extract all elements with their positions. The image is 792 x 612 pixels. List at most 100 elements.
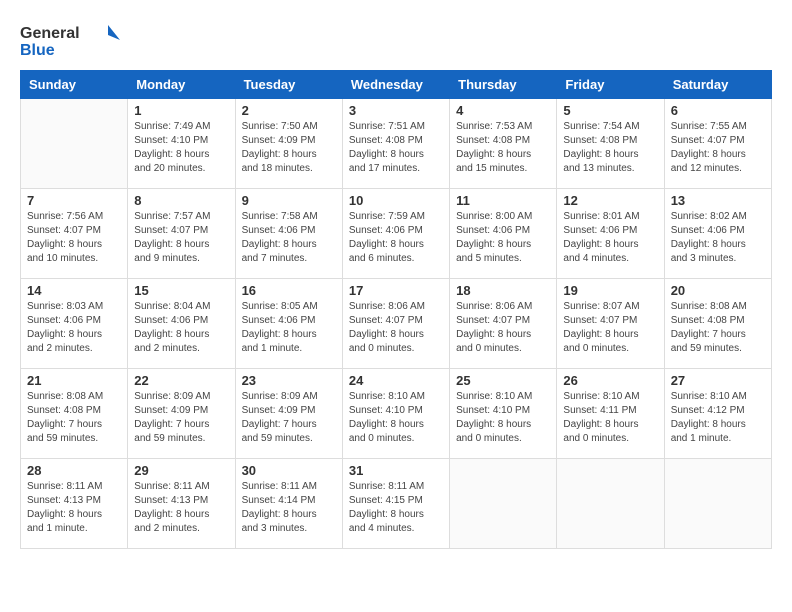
day-number: 7 [27, 193, 121, 208]
day-number: 8 [134, 193, 228, 208]
weekday-header: Tuesday [235, 71, 342, 99]
day-info: Sunrise: 8:03 AMSunset: 4:06 PMDaylight:… [27, 300, 121, 356]
day-number: 10 [349, 193, 443, 208]
day-number: 27 [671, 373, 765, 388]
calendar-week-row: 7 Sunrise: 7:56 AMSunset: 4:07 PMDaylight… [21, 189, 772, 279]
day-info: Sunrise: 8:06 AMSunset: 4:07 PMDaylight:… [456, 300, 550, 356]
day-number: 17 [349, 283, 443, 298]
calendar-cell: 12Sunrise: 8:01 AMSunset: 4:06 PMDayligh… [557, 189, 664, 279]
calendar-cell: 16 Sunrise: 8:05 AMSunset: 4:06 PMDayligh… [235, 279, 342, 369]
day-number: 21 [27, 373, 121, 388]
day-info: Sunrise: 8:06 AMSunset: 4:07 PMDaylight:… [349, 300, 443, 356]
calendar-cell: 31 Sunrise: 8:11 AMSunset: 4:15 PMDayligh… [342, 459, 449, 549]
calendar-cell: 21Sunrise: 8:08 AMSunset: 4:08 PMDayligh… [21, 369, 128, 459]
calendar-cell: 17 Sunrise: 8:06 AMSunset: 4:07 PMDayligh… [342, 279, 449, 369]
calendar-cell: 20 Sunrise: 8:08 AMSunset: 4:08 PMDayligh… [664, 279, 771, 369]
calendar-cell: 10Sunrise: 7:59 AMSunset: 4:06 PMDayligh… [342, 189, 449, 279]
day-info: Sunrise: 7:50 AMSunset: 4:09 PMDaylight:… [242, 120, 336, 176]
calendar-cell [450, 459, 557, 549]
day-number: 24 [349, 373, 443, 388]
weekday-header: Monday [128, 71, 235, 99]
calendar-cell [664, 459, 771, 549]
calendar-cell: 2Sunrise: 7:50 AMSunset: 4:09 PMDaylight… [235, 99, 342, 189]
day-number: 30 [242, 463, 336, 478]
calendar-cell [21, 99, 128, 189]
calendar-cell: 8 Sunrise: 7:57 AMSunset: 4:07 PMDaylight… [128, 189, 235, 279]
calendar-cell: 24 Sunrise: 8:10 AMSunset: 4:10 PMDayligh… [342, 369, 449, 459]
calendar-cell: 13 Sunrise: 8:02 AMSunset: 4:06 PMDayligh… [664, 189, 771, 279]
day-info: Sunrise: 8:05 AMSunset: 4:06 PMDaylight:… [242, 300, 336, 356]
day-number: 20 [671, 283, 765, 298]
weekday-header: Thursday [450, 71, 557, 99]
weekday-header: Saturday [664, 71, 771, 99]
day-info: Sunrise: 8:11 AMSunset: 4:14 PMDaylight:… [242, 480, 336, 536]
calendar-cell: 4 Sunrise: 7:53 AMSunset: 4:08 PMDaylight… [450, 99, 557, 189]
day-number: 1 [134, 103, 228, 118]
calendar-week-row: 14 Sunrise: 8:03 AMSunset: 4:06 PMDayligh… [21, 279, 772, 369]
day-number: 19 [563, 283, 657, 298]
day-info: Sunrise: 8:10 AMSunset: 4:10 PMDaylight:… [349, 390, 443, 446]
day-number: 31 [349, 463, 443, 478]
day-number: 9 [242, 193, 336, 208]
day-info: Sunrise: 7:57 AMSunset: 4:07 PMDaylight:… [134, 210, 228, 266]
day-number: 23 [242, 373, 336, 388]
day-number: 13 [671, 193, 765, 208]
calendar-cell: 11 Sunrise: 8:00 AMSunset: 4:06 PMDayligh… [450, 189, 557, 279]
day-info: Sunrise: 7:49 AMSunset: 4:10 PMDaylight:… [134, 120, 228, 176]
day-number: 11 [456, 193, 550, 208]
day-info: Sunrise: 8:11 AMSunset: 4:13 PMDaylight:… [134, 480, 228, 536]
calendar-cell: 9 Sunrise: 7:58 AMSunset: 4:06 PMDaylight… [235, 189, 342, 279]
calendar-cell: 14 Sunrise: 8:03 AMSunset: 4:06 PMDayligh… [21, 279, 128, 369]
day-info: Sunrise: 8:07 AMSunset: 4:07 PMDaylight:… [563, 300, 657, 356]
calendar-cell: 23Sunrise: 8:09 AMSunset: 4:09 PMDayligh… [235, 369, 342, 459]
day-info: Sunrise: 7:55 AMSunset: 4:07 PMDaylight:… [671, 120, 765, 176]
svg-text:Blue: Blue [20, 42, 55, 59]
day-info: Sunrise: 8:10 AMSunset: 4:10 PMDaylight:… [456, 390, 550, 446]
day-number: 18 [456, 283, 550, 298]
day-info: Sunrise: 7:51 AMSunset: 4:08 PMDaylight:… [349, 120, 443, 176]
day-number: 6 [671, 103, 765, 118]
logo-icon: GeneralBlue [20, 20, 120, 60]
day-info: Sunrise: 7:56 AMSunset: 4:07 PMDaylight:… [27, 210, 121, 266]
calendar-cell: 18 Sunrise: 8:06 AMSunset: 4:07 PMDayligh… [450, 279, 557, 369]
svg-text:General: General [20, 25, 80, 42]
day-info: Sunrise: 8:11 AMSunset: 4:13 PMDaylight:… [27, 480, 121, 536]
day-info: Sunrise: 8:11 AMSunset: 4:15 PMDaylight:… [349, 480, 443, 536]
calendar-header-row: SundayMondayTuesdayWednesdayThursdayFrid… [21, 71, 772, 99]
calendar-cell: 19 Sunrise: 8:07 AMSunset: 4:07 PMDayligh… [557, 279, 664, 369]
day-number: 14 [27, 283, 121, 298]
day-info: Sunrise: 8:10 AMSunset: 4:11 PMDaylight:… [563, 390, 657, 446]
calendar-cell: 29 Sunrise: 8:11 AMSunset: 4:13 PMDayligh… [128, 459, 235, 549]
day-info: Sunrise: 7:53 AMSunset: 4:08 PMDaylight:… [456, 120, 550, 176]
calendar-cell: 1 Sunrise: 7:49 AMSunset: 4:10 PMDaylight… [128, 99, 235, 189]
calendar-table: SundayMondayTuesdayWednesdayThursdayFrid… [20, 70, 772, 549]
day-number: 29 [134, 463, 228, 478]
day-number: 25 [456, 373, 550, 388]
calendar-cell [557, 459, 664, 549]
logo: GeneralBlue [20, 20, 120, 60]
day-info: Sunrise: 8:04 AMSunset: 4:06 PMDaylight:… [134, 300, 228, 356]
calendar-cell: 28Sunrise: 8:11 AMSunset: 4:13 PMDayligh… [21, 459, 128, 549]
weekday-header: Wednesday [342, 71, 449, 99]
calendar-week-row: 1 Sunrise: 7:49 AMSunset: 4:10 PMDaylight… [21, 99, 772, 189]
calendar-week-row: 28Sunrise: 8:11 AMSunset: 4:13 PMDayligh… [21, 459, 772, 549]
calendar-cell: 3Sunrise: 7:51 AMSunset: 4:08 PMDaylight… [342, 99, 449, 189]
day-number: 4 [456, 103, 550, 118]
day-info: Sunrise: 8:00 AMSunset: 4:06 PMDaylight:… [456, 210, 550, 266]
day-number: 16 [242, 283, 336, 298]
calendar-cell: 5Sunrise: 7:54 AMSunset: 4:08 PMDaylight… [557, 99, 664, 189]
day-number: 15 [134, 283, 228, 298]
calendar-cell: 22Sunrise: 8:09 AMSunset: 4:09 PMDayligh… [128, 369, 235, 459]
day-number: 22 [134, 373, 228, 388]
calendar-cell: 7 Sunrise: 7:56 AMSunset: 4:07 PMDaylight… [21, 189, 128, 279]
weekday-header: Friday [557, 71, 664, 99]
calendar-cell: 25 Sunrise: 8:10 AMSunset: 4:10 PMDayligh… [450, 369, 557, 459]
calendar-cell: 26 Sunrise: 8:10 AMSunset: 4:11 PMDayligh… [557, 369, 664, 459]
day-info: Sunrise: 8:08 AMSunset: 4:08 PMDaylight:… [671, 300, 765, 356]
calendar-cell: 30 Sunrise: 8:11 AMSunset: 4:14 PMDayligh… [235, 459, 342, 549]
calendar-cell: 6 Sunrise: 7:55 AMSunset: 4:07 PMDaylight… [664, 99, 771, 189]
day-number: 26 [563, 373, 657, 388]
day-info: Sunrise: 7:54 AMSunset: 4:08 PMDaylight:… [563, 120, 657, 176]
day-info: Sunrise: 7:58 AMSunset: 4:06 PMDaylight:… [242, 210, 336, 266]
day-info: Sunrise: 8:02 AMSunset: 4:06 PMDaylight:… [671, 210, 765, 266]
